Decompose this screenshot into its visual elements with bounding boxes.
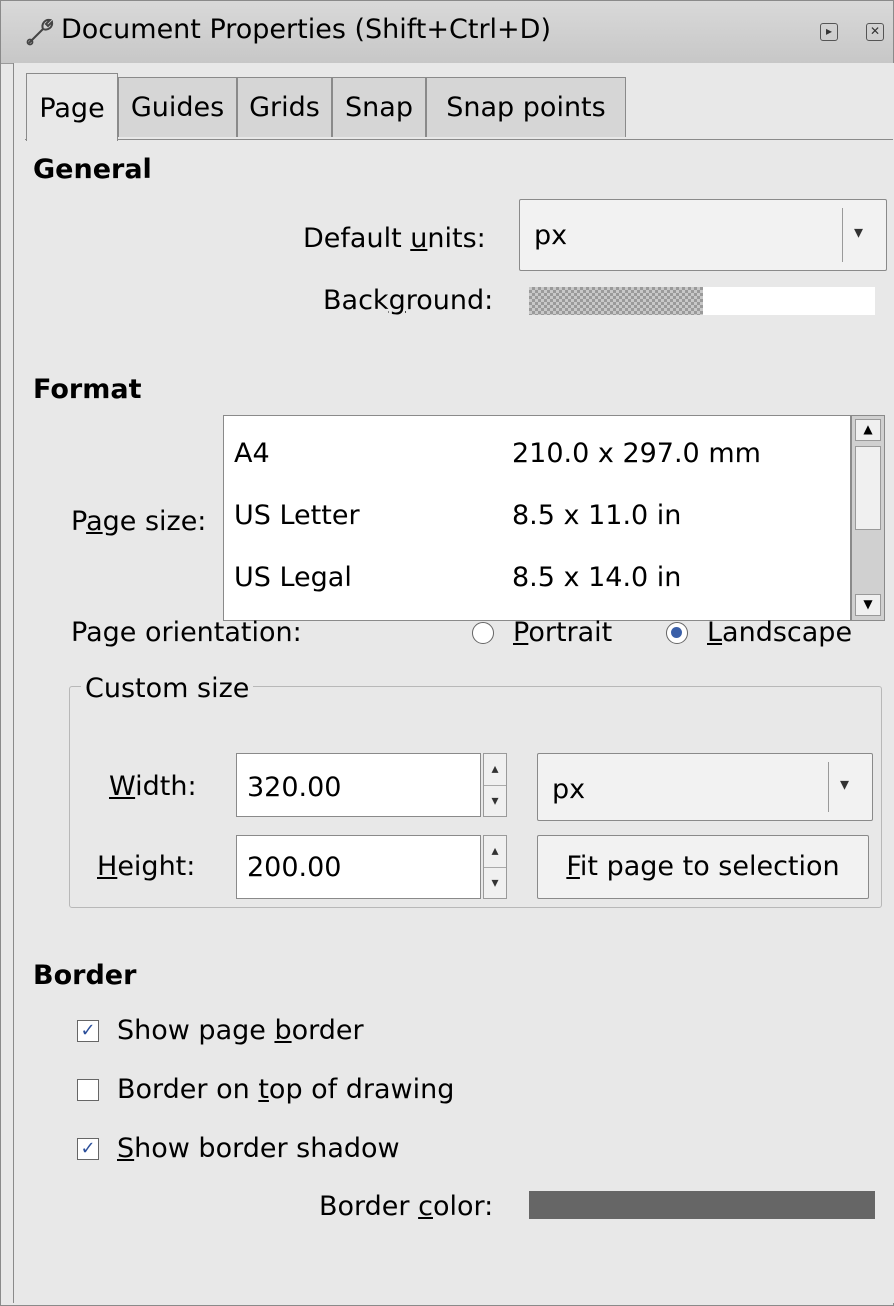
scrollbar-thumb[interactable] (855, 446, 881, 530)
custom-size-legend: Custom size (81, 673, 254, 704)
border-color-label: Border color: (319, 1191, 494, 1222)
increment-icon[interactable]: ▴ (484, 836, 506, 868)
tab-label: Guides (130, 92, 225, 123)
border-on-top-checkbox[interactable] (77, 1079, 99, 1101)
default-units-value: px (534, 220, 568, 251)
width-stepper[interactable]: ▴ ▾ (483, 753, 507, 817)
background-color-swatch[interactable] (529, 287, 875, 315)
show-border-shadow-label[interactable]: Show border shadow (117, 1133, 400, 1164)
chevron-down-icon: ▾ (840, 774, 850, 795)
wrench-icon (23, 15, 57, 53)
default-units-label: Default units: (303, 223, 486, 254)
landscape-radio[interactable] (666, 622, 688, 644)
page-size-list[interactable]: A4 210.0 x 297.0 mm US Letter 8.5 x 11.0… (223, 415, 851, 621)
landscape-label[interactable]: Landscape (707, 617, 852, 648)
border-color-swatch[interactable] (529, 1191, 875, 1219)
width-label: Width: (109, 771, 197, 802)
section-border-heading: Border (33, 960, 137, 991)
page-size-scrollbar[interactable]: ▲ ▼ (851, 415, 885, 621)
tab-snap-points[interactable]: Snap points (426, 77, 626, 137)
chevron-down-icon: ▾ (854, 222, 864, 243)
background-label: Background: (323, 285, 494, 316)
list-item[interactable]: US Legal 8.5 x 14.0 in (234, 562, 834, 593)
height-stepper[interactable]: ▴ ▾ (483, 835, 507, 899)
title-bar: Document Properties (Shift+Ctrl+D) ▸ ✕ (1, 1, 893, 64)
show-border-shadow-checkbox[interactable]: ✓ (77, 1138, 99, 1160)
show-page-border-label[interactable]: Show page border (117, 1015, 364, 1046)
tab-label: Snap points (446, 92, 606, 123)
section-general-heading: General (33, 154, 152, 185)
decrement-icon[interactable]: ▾ (484, 786, 506, 817)
tab-page[interactable]: Page (26, 73, 118, 141)
height-label: Height: (97, 851, 196, 882)
tab-label: Grids (249, 92, 320, 123)
tab-grids[interactable]: Grids (237, 77, 332, 137)
document-properties-dialog: Document Properties (Shift+Ctrl+D) ▸ ✕ P… (0, 0, 894, 1306)
tab-label: Page (39, 93, 105, 124)
tab-label: Snap (345, 92, 413, 123)
fit-page-to-selection-button[interactable]: Fit page to selection (537, 835, 869, 899)
portrait-label[interactable]: Portrait (513, 617, 612, 648)
default-units-combo[interactable]: px ▾ (519, 199, 887, 271)
window-title: Document Properties (Shift+Ctrl+D) (61, 14, 552, 45)
scroll-up-icon[interactable]: ▲ (855, 419, 881, 441)
section-format-heading: Format (33, 374, 142, 405)
close-icon[interactable]: ✕ (866, 23, 884, 41)
restore-icon[interactable]: ▸ (820, 23, 838, 41)
height-input[interactable]: 200.00 (236, 835, 481, 899)
page-size-label: Page size: (71, 506, 207, 537)
increment-icon[interactable]: ▴ (484, 754, 506, 786)
show-page-border-checkbox[interactable]: ✓ (77, 1020, 99, 1042)
list-item[interactable]: A4 210.0 x 297.0 mm (234, 438, 834, 469)
list-item[interactable]: US Letter 8.5 x 11.0 in (234, 500, 834, 531)
tab-guides[interactable]: Guides (118, 77, 237, 137)
portrait-radio[interactable] (472, 622, 494, 644)
checkerboard-pattern (529, 287, 703, 315)
page-orientation-label: Page orientation: (71, 617, 302, 648)
decrement-icon[interactable]: ▾ (484, 868, 506, 899)
custom-units-combo[interactable]: px ▾ (537, 753, 873, 821)
border-on-top-label[interactable]: Border on top of drawing (117, 1074, 454, 1105)
scroll-down-icon[interactable]: ▼ (855, 594, 881, 616)
width-input[interactable]: 320.00 (236, 753, 481, 817)
tab-snap[interactable]: Snap (332, 77, 426, 137)
